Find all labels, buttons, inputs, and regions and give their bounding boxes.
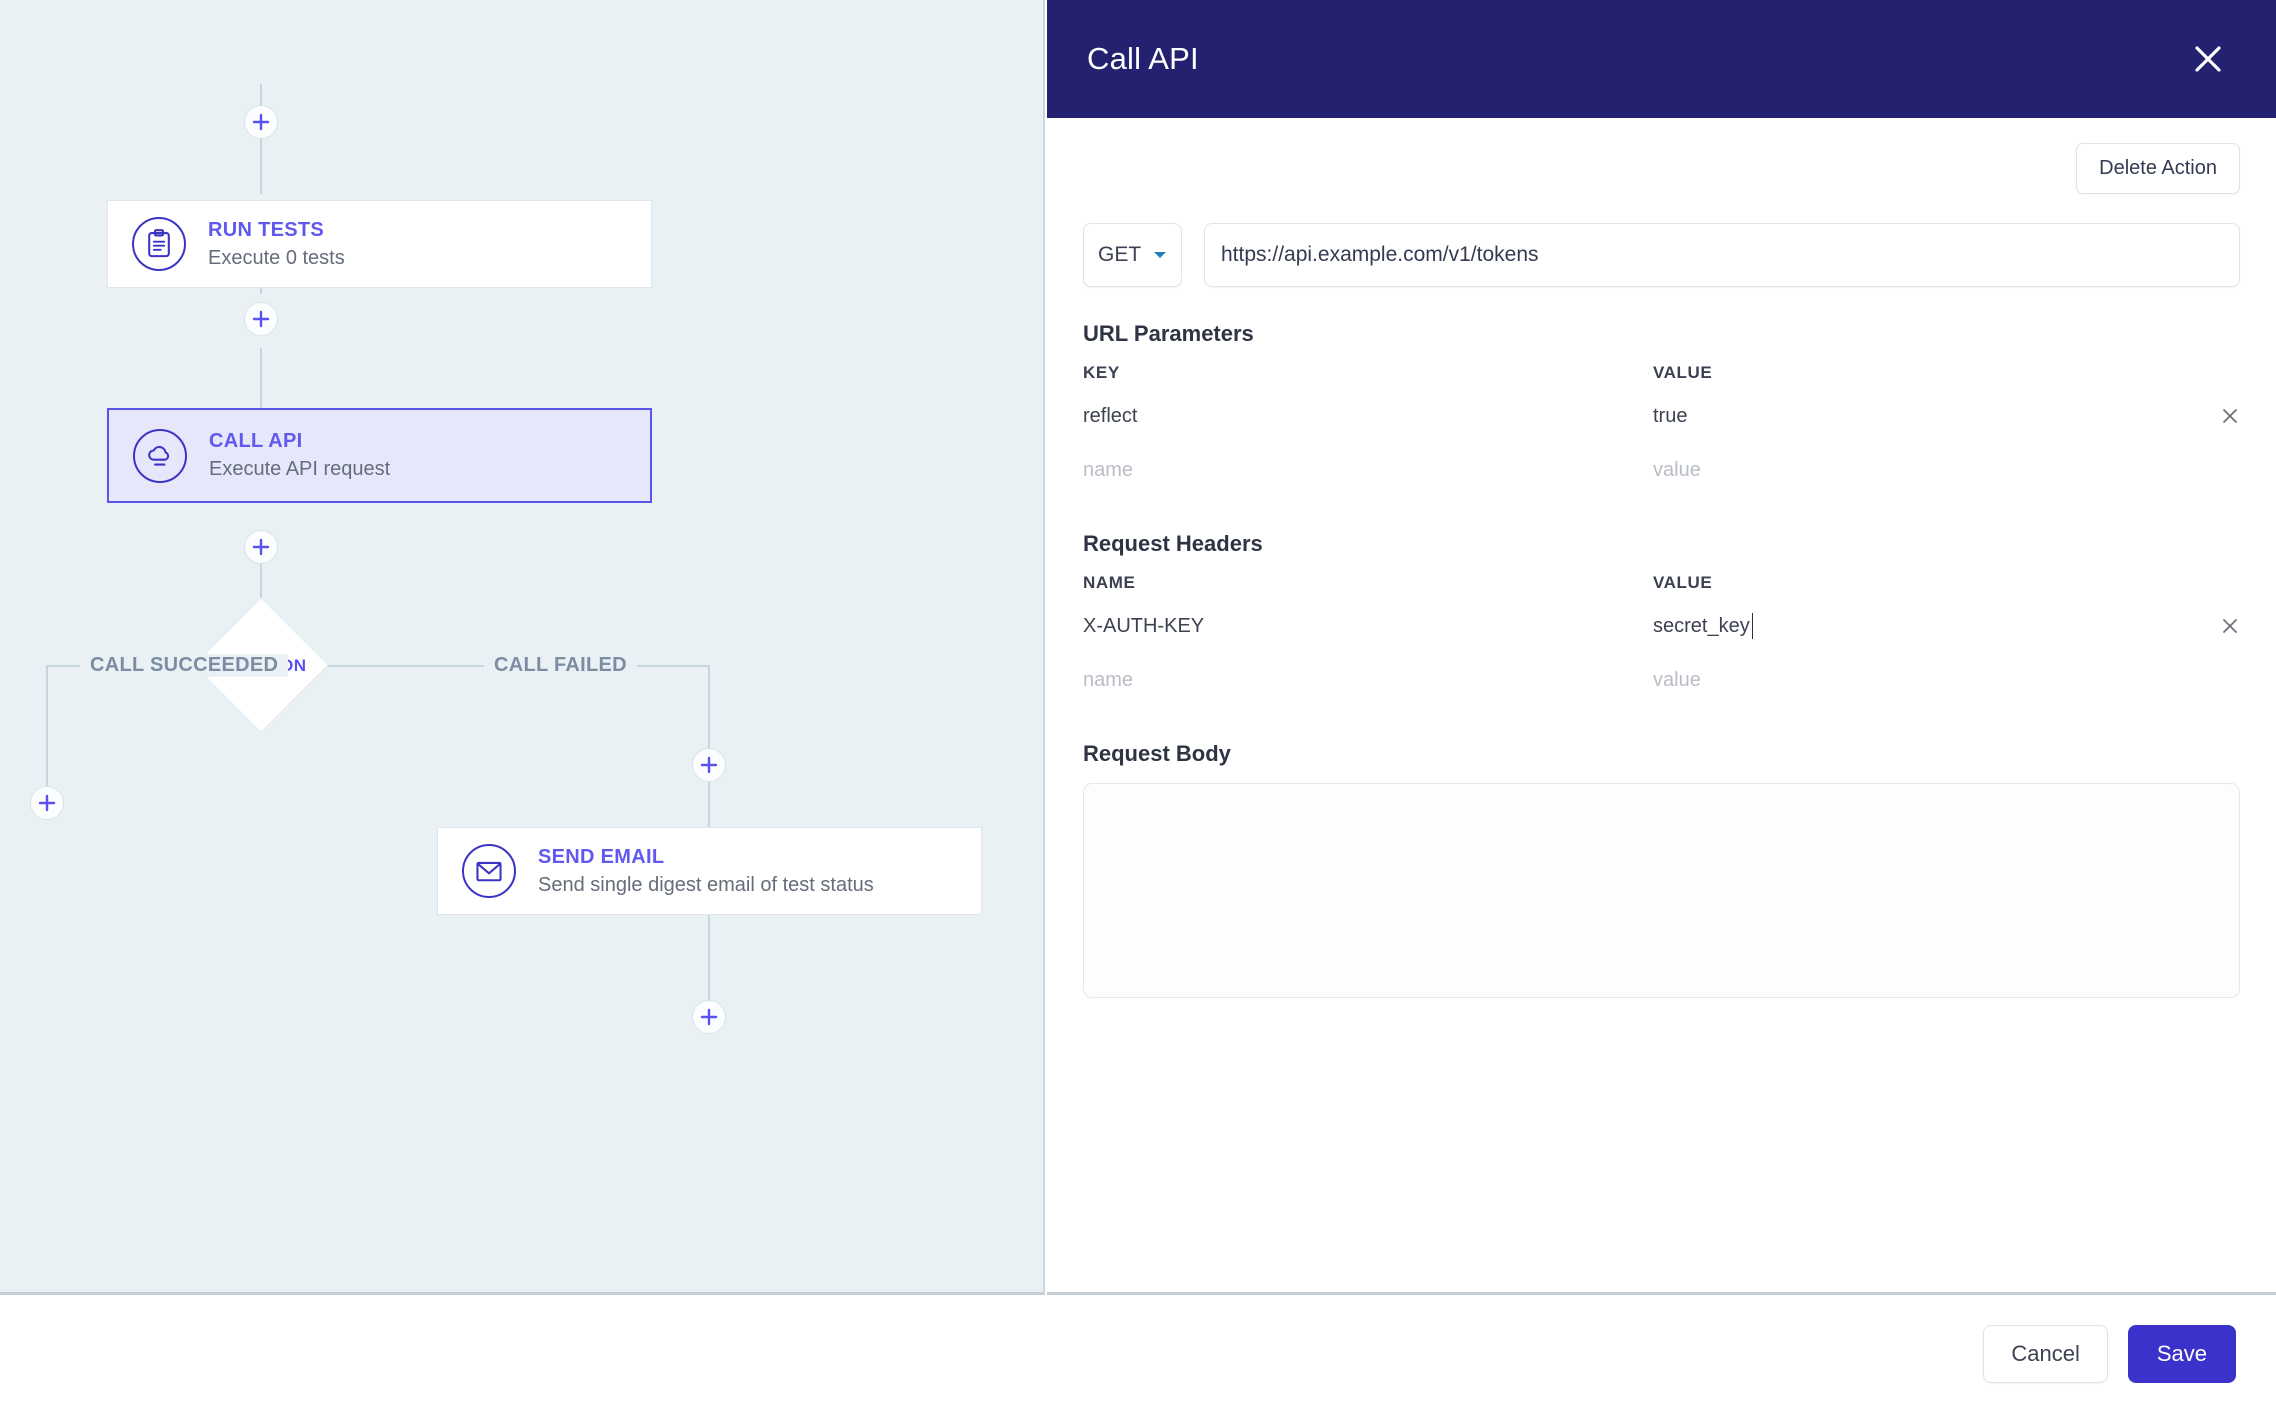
dialog-footer: Cancel Save (0, 1298, 2276, 1410)
url-input[interactable] (1204, 223, 2240, 287)
request-headers-header-row: NAME VALUE (1083, 573, 2240, 599)
column-header-name: NAME (1083, 573, 1136, 592)
workflow-canvas[interactable]: RUN TESTS Execute 0 tests CALL API Execu… (0, 0, 1045, 1295)
request-header-new-name-input[interactable] (1083, 668, 1625, 692)
request-body-title: Request Body (1083, 741, 1231, 766)
branch-label-succeeded: CALL SUCCEEDED (80, 654, 289, 677)
connector-line-succeeded (46, 665, 48, 790)
remove-request-header-icon[interactable] (2220, 616, 2240, 636)
delete-action-row: Delete Action (1083, 118, 2240, 194)
http-method-select[interactable]: GET (1083, 223, 1182, 287)
envelope-icon (462, 844, 516, 898)
node-title: SEND EMAIL (538, 845, 665, 868)
node-text: RUN TESTS Execute 0 tests (208, 217, 345, 272)
url-parameter-row (1083, 389, 2240, 443)
request-header-row (1083, 599, 2240, 653)
request-header-name-input[interactable] (1083, 614, 1625, 638)
text-cursor (1751, 613, 1754, 639)
add-step-top[interactable] (244, 105, 278, 139)
action-detail-panel: Call API Delete Action GET URL Parameter… (1047, 0, 2276, 1295)
request-body-textarea[interactable] (1083, 783, 2240, 998)
request-header-new-value-input[interactable] (1653, 668, 2154, 692)
url-parameters-header-row: KEY VALUE (1083, 363, 2240, 389)
url-parameter-key-input[interactable] (1083, 404, 1625, 428)
clipboard-icon (132, 217, 186, 271)
app-root: RUN TESTS Execute 0 tests CALL API Execu… (0, 0, 2276, 1410)
plus-icon (252, 113, 270, 131)
node-subtitle: Send single digest email of test status (538, 873, 874, 896)
node-title: CALL API (209, 430, 303, 452)
plus-icon (252, 310, 270, 328)
connector-line (260, 84, 262, 194)
node-text: CALL API Execute API request (209, 428, 390, 483)
url-parameters-table: KEY VALUE (1083, 363, 2240, 497)
cancel-button[interactable]: Cancel (1983, 1325, 2108, 1383)
node-subtitle: Execute API request (209, 458, 391, 480)
workflow-node-run-tests[interactable]: RUN TESTS Execute 0 tests (107, 200, 652, 288)
http-method-label: GET (1098, 243, 1142, 266)
add-step-after-call-api[interactable] (244, 530, 278, 564)
plus-icon (700, 1008, 718, 1026)
request-header-empty-row (1083, 653, 2240, 707)
request-header-value-input[interactable] (1653, 614, 1754, 638)
connector-line-failed (708, 782, 710, 829)
plus-icon (700, 756, 718, 774)
url-parameter-empty-row (1083, 443, 2240, 497)
node-text: SEND EMAIL Send single digest email of t… (538, 844, 874, 899)
close-icon[interactable] (2182, 33, 2234, 85)
add-step-after-send-email[interactable] (692, 1000, 726, 1034)
connector-line-failed (708, 665, 710, 755)
request-headers-table: NAME VALUE (1083, 573, 2240, 707)
request-line: GET (1083, 223, 2240, 287)
remove-url-parameter-icon[interactable] (2220, 406, 2240, 426)
column-header-value: VALUE (1653, 573, 1713, 592)
connector-line (708, 915, 710, 1000)
delete-action-button[interactable]: Delete Action (2076, 143, 2240, 194)
workflow-node-send-email[interactable]: SEND EMAIL Send single digest email of t… (437, 827, 982, 915)
url-parameter-new-key-input[interactable] (1083, 458, 1625, 482)
add-step-succeeded-branch[interactable] (30, 786, 64, 820)
panel-header: Call API (1047, 0, 2276, 118)
plus-icon (38, 794, 56, 812)
node-subtitle: Execute 0 tests (208, 246, 345, 269)
url-parameter-new-value-input[interactable] (1653, 458, 2154, 482)
column-header-value: VALUE (1653, 363, 1713, 382)
add-step-after-run-tests[interactable] (244, 302, 278, 336)
add-step-failed-branch[interactable] (692, 748, 726, 782)
panel-body: Delete Action GET URL Parameters KEY VAL… (1047, 118, 2276, 1003)
save-button[interactable]: Save (2127, 1325, 2236, 1383)
url-parameters-title: URL Parameters (1083, 321, 1254, 346)
chevron-down-icon (1154, 252, 1166, 258)
panel-title: Call API (1087, 41, 1199, 76)
branch-label-failed: CALL FAILED (484, 654, 637, 677)
column-header-key: KEY (1083, 363, 1120, 382)
plus-icon (252, 538, 270, 556)
request-headers-title: Request Headers (1083, 531, 1263, 556)
url-parameter-value-input[interactable] (1653, 404, 2154, 428)
workflow-node-call-api[interactable]: CALL API Execute API request (107, 408, 652, 503)
cloud-icon (133, 428, 187, 483)
node-title: RUN TESTS (208, 218, 325, 241)
